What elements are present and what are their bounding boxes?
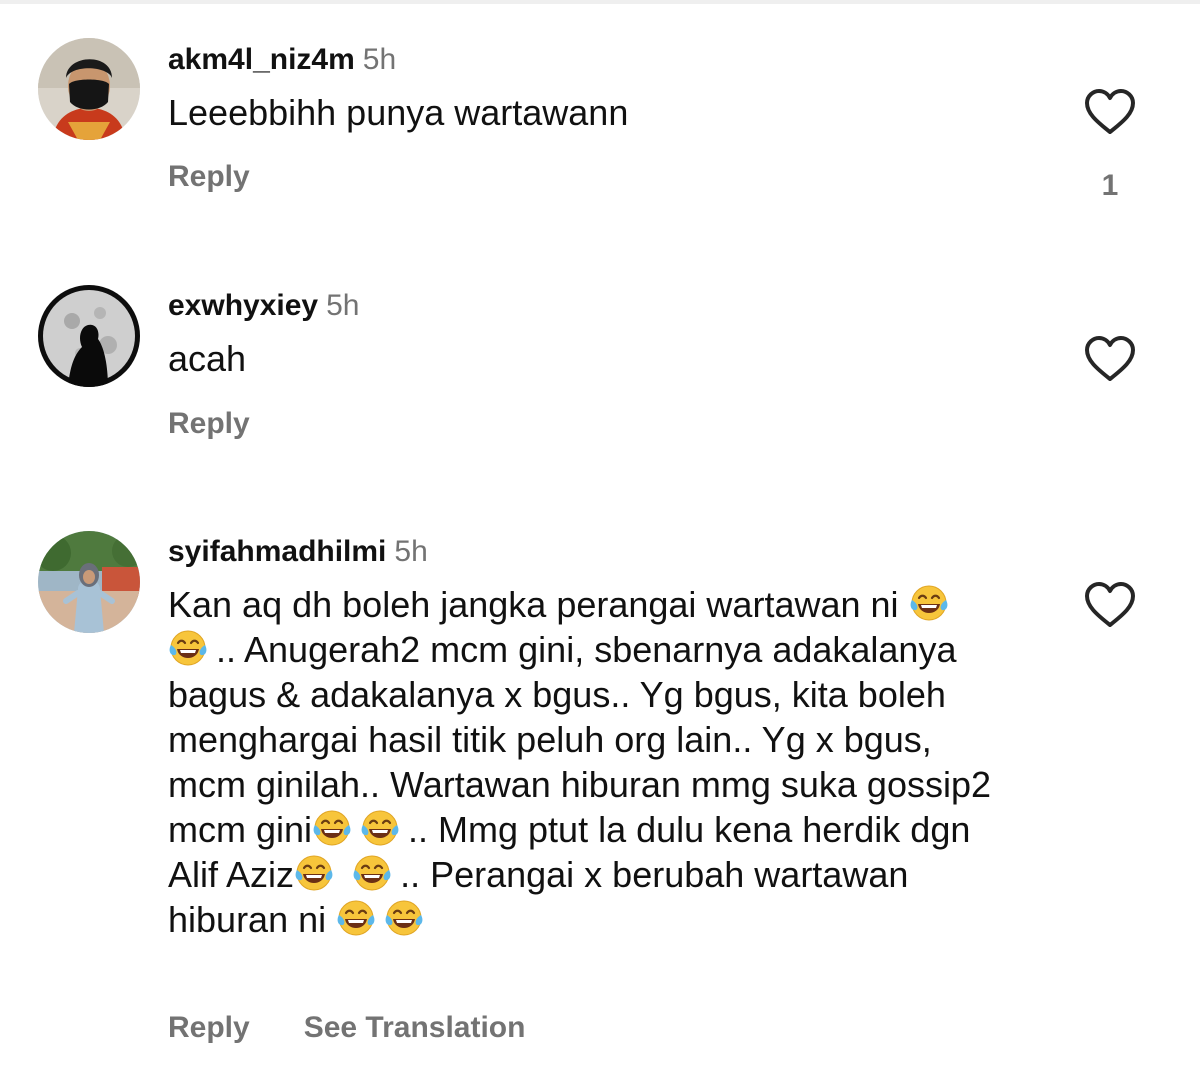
face-with-tears-of-joy-icon [384,898,424,938]
heart-outline-icon[interactable] [1084,88,1136,136]
face-with-tears-of-joy-icon [312,808,352,848]
see-translation-button[interactable]: See Translation [304,1011,526,1044]
face-with-tears-of-joy-icon [168,628,208,668]
heart-outline-icon[interactable] [1084,581,1136,629]
comment-actions: Reply [168,159,250,195]
username[interactable]: akm4l_niz4m [168,43,355,76]
comment-header: syifahmadhilmi 5h [168,534,428,570]
like-count: 1 [1101,169,1119,202]
username[interactable]: syifahmadhilmi [168,535,386,568]
comment-header: exwhyxiey 5h [168,288,359,324]
top-divider [0,0,1200,4]
timestamp: 5h [394,535,428,568]
comment-actions: Reply See Translation [168,1010,525,1046]
comment-actions: Reply [168,406,250,442]
heart-outline-icon[interactable] [1084,335,1136,383]
comment-header: akm4l_niz4m 5h [168,42,396,78]
face-with-tears-of-joy-icon [336,898,376,938]
comment-text: Kan aq dh boleh jangka perangai wartawan… [168,582,998,942]
timestamp: 5h [326,289,360,322]
face-with-tears-of-joy-icon [360,808,400,848]
avatar[interactable] [38,285,140,387]
avatar[interactable] [38,38,140,140]
reply-button[interactable]: Reply [168,407,250,440]
avatar[interactable] [38,531,140,633]
username[interactable]: exwhyxiey [168,289,318,322]
reply-button[interactable]: Reply [168,160,250,193]
face-with-tears-of-joy-icon [909,583,949,623]
reply-button[interactable]: Reply [168,1011,250,1044]
comment-text: acah [168,338,247,379]
timestamp: 5h [362,43,397,76]
comment-text-segment: Kan aq dh boleh jangka perangai wartawan… [168,584,909,625]
face-with-tears-of-joy-icon [352,853,392,893]
face-with-tears-of-joy-icon [294,853,334,893]
comment-text: Leeebbihh punya wartawann [168,92,629,133]
